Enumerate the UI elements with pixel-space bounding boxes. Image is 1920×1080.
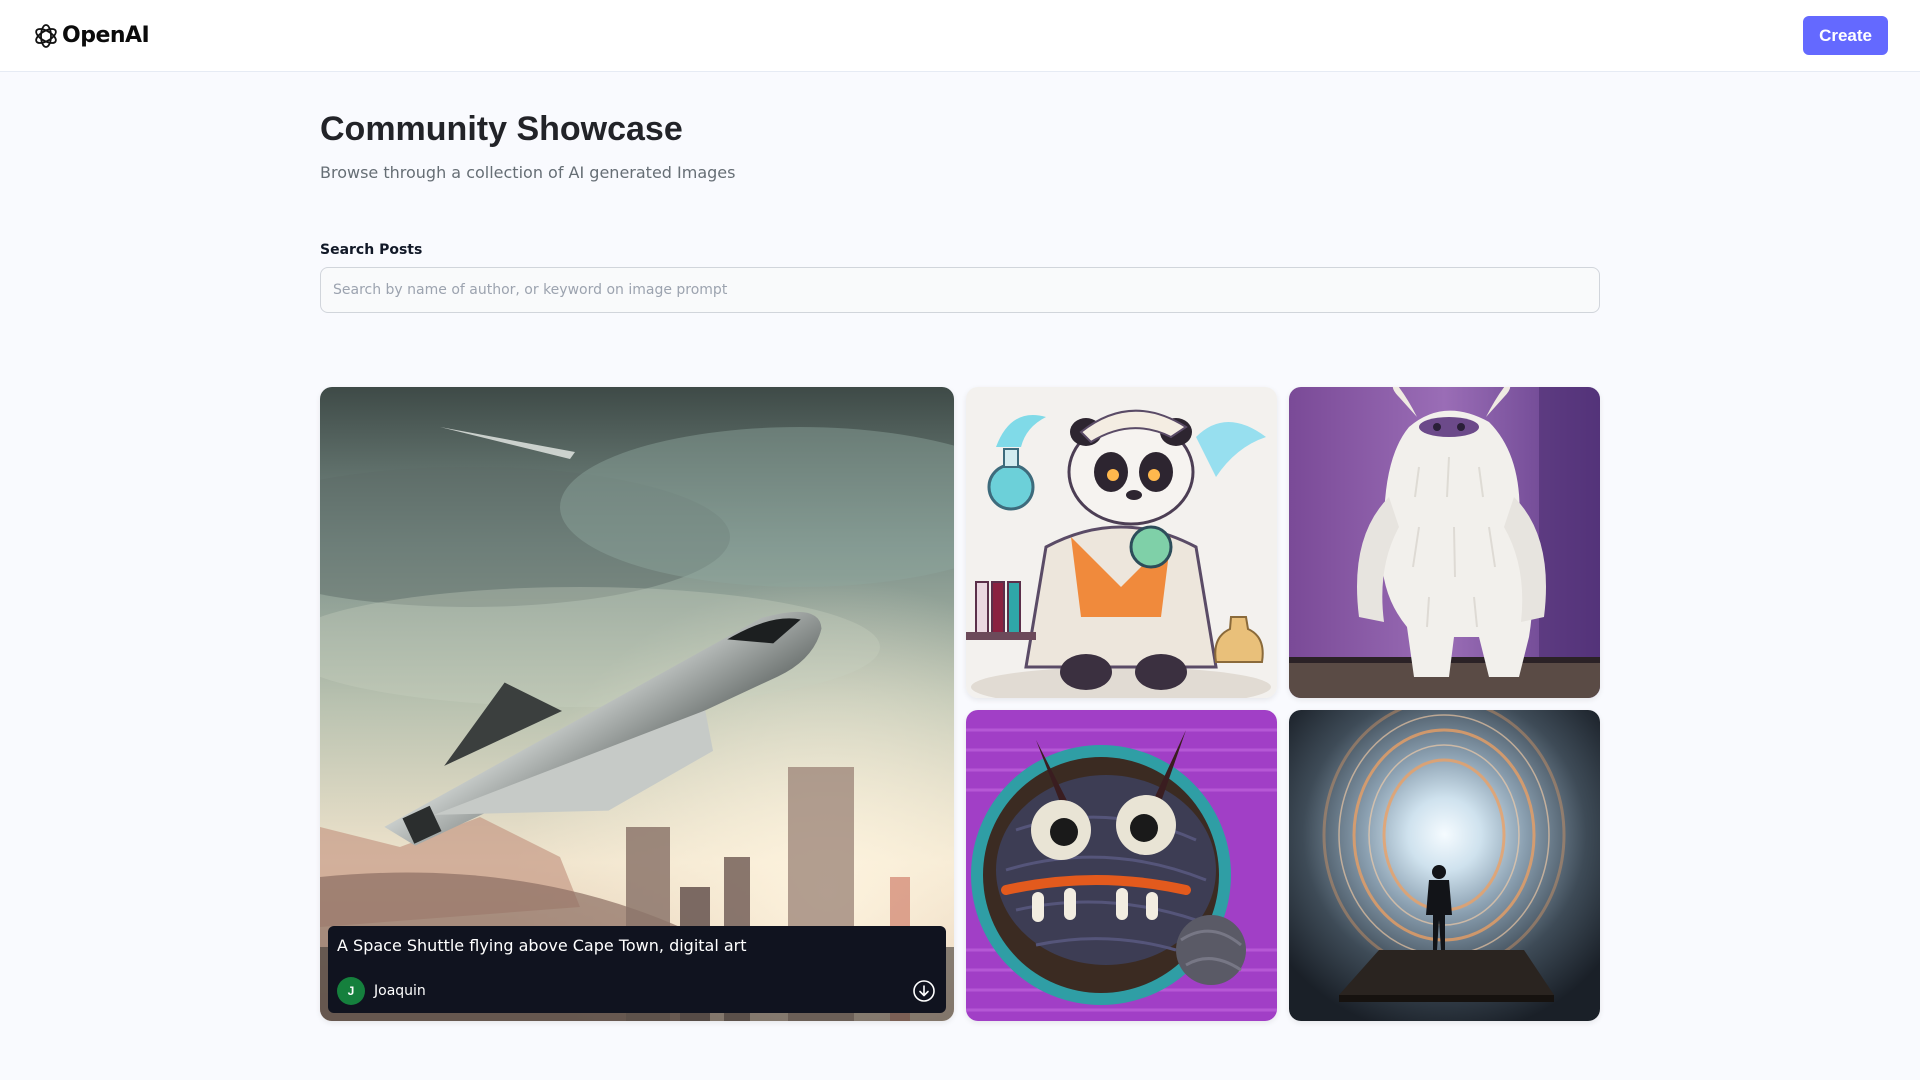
author-info: J Joaquin [337,977,426,1005]
yarn-monster-image [966,710,1277,1021]
light-tunnel-image [1289,710,1600,1021]
create-button[interactable]: Create [1803,16,1888,55]
gallery-card[interactable] [966,710,1277,1021]
author-avatar: J [337,977,365,1005]
caption-footer: J Joaquin [337,977,937,1005]
search-input[interactable] [320,267,1600,313]
page-title: Community Showcase [320,110,683,148]
openai-logo-icon [35,23,57,48]
main-content: Community Showcase Browse through a coll… [320,72,1600,313]
image-gallery: A Space Shuttle flying above Cape Town, … [320,387,1600,1021]
search-label: Search Posts [320,242,423,258]
gallery-card[interactable] [1289,710,1600,1021]
gallery-card-featured[interactable]: A Space Shuttle flying above Cape Town, … [320,387,954,1021]
openai-logo[interactable]: OpenAI [32,22,150,50]
author-name: Joaquin [374,983,426,999]
page-subtitle: Browse through a collection of AI genera… [320,163,736,182]
image-caption-overlay: A Space Shuttle flying above Cape Town, … [328,926,946,1013]
top-navbar: OpenAI Create [0,0,1920,72]
image-prompt-text: A Space Shuttle flying above Cape Town, … [337,936,747,955]
white-monster-image [1289,387,1600,698]
logo-text: OpenAI [62,23,150,48]
panda-scientist-image [966,387,1277,698]
gallery-card[interactable] [1289,387,1600,698]
download-icon [913,980,935,1002]
download-button[interactable] [911,978,937,1004]
gallery-card[interactable] [966,387,1277,698]
